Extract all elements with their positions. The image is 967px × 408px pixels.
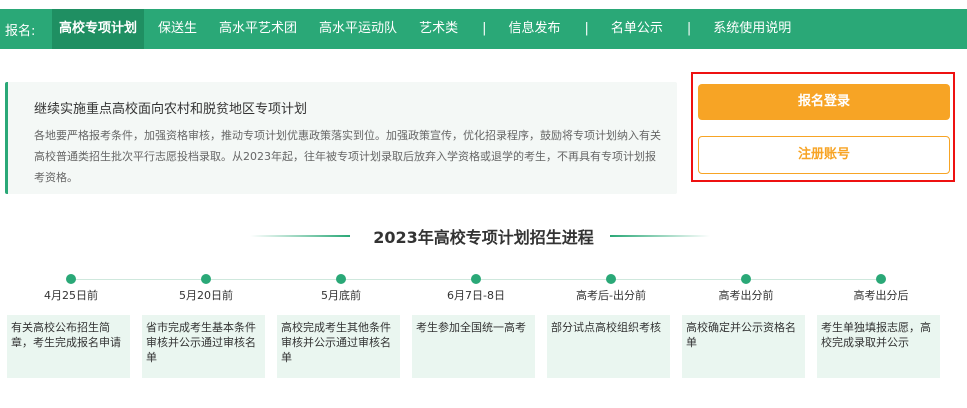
- nav-item-special-plan[interactable]: 高校专项计划: [52, 9, 145, 49]
- timeline-step-card: 部分试点高校组织考核: [547, 315, 670, 378]
- timeline-dot: [336, 274, 346, 284]
- timeline-dot: [876, 274, 886, 284]
- timeline-dot: [741, 274, 751, 284]
- login-button[interactable]: 报名登录: [698, 84, 950, 120]
- timeline-dot: [606, 274, 616, 284]
- nav-item-arts[interactable]: 艺术类: [419, 9, 458, 49]
- nav-item-recommended[interactable]: 保送生: [158, 9, 197, 49]
- nav-item-sports-team[interactable]: 高水平运动队: [319, 9, 397, 49]
- policy-notice-card: 继续实施重点高校面向农村和脱贫地区专项计划 各地要严格报考条件，加强资格审核，推…: [5, 82, 677, 194]
- timeline-step-card: 有关高校公布招生简章，考生完成报名申请: [7, 315, 130, 378]
- timeline-date: 5月20日前: [179, 289, 233, 302]
- notice-body: 各地要严格报考条件，加强资格审核，推动专项计划优惠政策落实到位。加强政策宣传，优…: [34, 129, 661, 184]
- timeline-date: 5月底前: [321, 289, 361, 302]
- timeline-step-card: 考生单独填报志愿，高校完成录取并公示: [817, 315, 940, 378]
- nav-item-art-troupe[interactable]: 高水平艺术团: [219, 9, 297, 49]
- timeline-dot: [471, 274, 481, 284]
- nav-separator: |: [482, 21, 487, 36]
- timeline-step-card: 考生参加全国统一高考: [412, 315, 535, 378]
- nav-separator: |: [686, 21, 692, 36]
- nav-item-announcements[interactable]: 信息发布: [508, 9, 560, 49]
- timeline-step-card: 高校完成考生其他条件审核并公示通过审核名单: [277, 315, 400, 378]
- timeline-step-card: 省市完成考生基本条件审核并公示通过审核名单: [142, 315, 265, 378]
- timeline-step-card: 高校确定并公示资格名单: [682, 315, 805, 378]
- timeline-dot: [66, 274, 76, 284]
- timeline-date: 4月25日前: [44, 289, 98, 302]
- timeline-title: 2023年高校专项计划招生进程: [373, 228, 594, 247]
- title-divider-right: [610, 235, 710, 237]
- timeline-date: 高考出分前: [718, 289, 774, 302]
- nav-item-public-list[interactable]: 名单公示: [611, 9, 663, 49]
- auth-panel: 报名登录 注册账号: [691, 72, 955, 182]
- nav-separator: |: [584, 21, 589, 36]
- register-button[interactable]: 注册账号: [698, 136, 950, 174]
- nav-prefix-label: 报名:: [5, 23, 36, 39]
- nav-item-user-guide[interactable]: 系统使用说明: [713, 9, 791, 49]
- timeline-date: 高考出分后: [853, 289, 909, 302]
- notice-title: 继续实施重点高校面向农村和脱贫地区专项计划: [34, 102, 308, 117]
- timeline-date: 高考后-出分前: [576, 289, 646, 302]
- top-nav: 报名: 高校专项计划 保送生 高水平艺术团 高水平运动队 艺术类 | 信息发布 …: [0, 9, 967, 49]
- timeline-date: 6月7日-8日: [447, 289, 505, 302]
- timeline-dot: [201, 274, 211, 284]
